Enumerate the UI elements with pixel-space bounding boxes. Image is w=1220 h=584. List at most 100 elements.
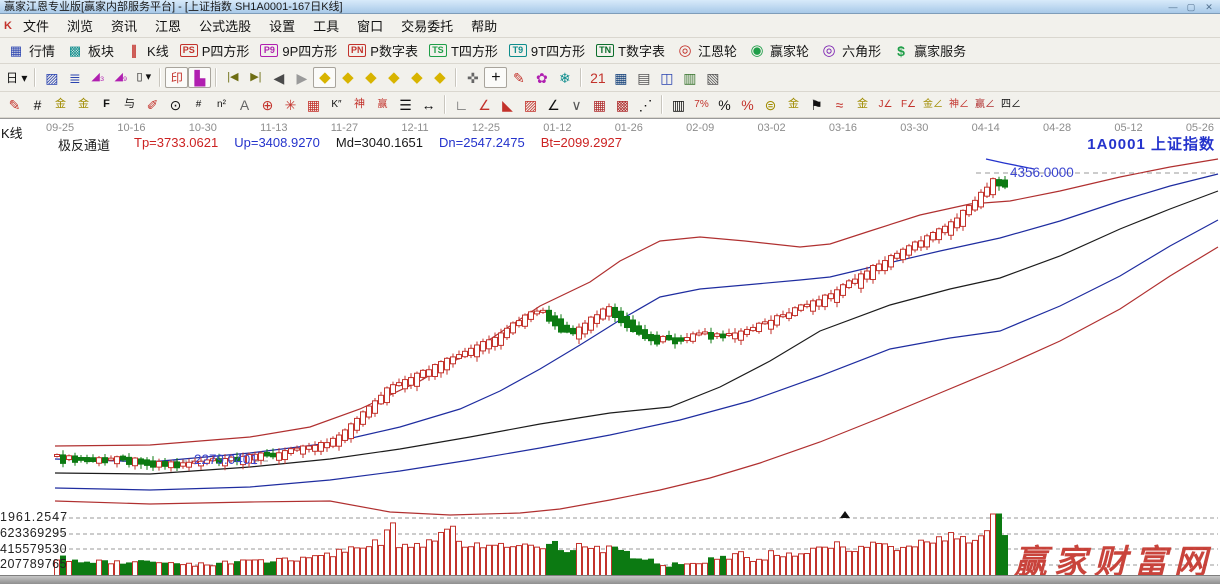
scale-chart[interactable]: ▥ [667,94,690,115]
separator[interactable] [34,68,36,87]
draw-erase-tool[interactable]: ✎ [507,67,530,88]
spider-web[interactable]: ✳ [279,94,302,115]
goto-last[interactable]: ▶| [244,67,267,88]
percent[interactable]: % [713,94,736,115]
close-button[interactable]: ✕ [1202,0,1216,14]
bars-3-view[interactable]: ◢₃ [86,67,109,88]
bars-9-view[interactable]: ◢₉ [109,67,132,88]
toolbar-kline[interactable]: ∥ K线 [121,39,176,62]
zoom-in-chart[interactable]: ◆ [428,67,451,88]
ruler-123[interactable]: ☰ [394,94,417,115]
minimize-button[interactable]: — [1166,0,1180,14]
separator[interactable] [444,95,446,114]
toolbar-sectors[interactable]: ▩ 板块 [62,39,121,62]
a-angle[interactable]: A [233,94,256,115]
red-pencil[interactable]: ✐ [141,94,164,115]
n-squared-ruler[interactable]: n² [210,94,233,115]
separator[interactable] [159,68,161,87]
hand-tool[interactable]: ✜ [461,67,484,88]
compass-circle[interactable]: ⊙ [164,94,187,115]
page-next[interactable]: ▶ [290,67,313,88]
gold-ruler-2[interactable]: 金 [72,94,95,115]
crosshair-tool[interactable]: + [484,67,507,88]
toolbar-t-table[interactable]: TN T数字表 [592,39,672,62]
f-ruler[interactable]: F [95,94,118,115]
toolbar-hexagon[interactable]: ◎ 六角形 [816,39,888,62]
calendar[interactable]: 21 [586,67,609,88]
shen-grid[interactable]: 神 [348,94,371,115]
toolbar-winner-wheel[interactable]: ◉ 赢家轮 [744,39,816,62]
toolbar-gann-wheel[interactable]: ◎ 江恩轮 [672,39,744,62]
window-view[interactable]: ▨ [40,67,63,88]
period-selector[interactable]: 日 ▾ [3,67,30,88]
ying-grid[interactable]: 赢 [371,94,394,115]
gold-lines[interactable]: 金 [782,94,805,115]
knife-tool[interactable]: ✎ [3,94,26,115]
axes-box[interactable]: ∟ [450,94,473,115]
save[interactable]: ◫ [655,67,678,88]
menu-item[interactable]: 公式选股 [190,13,260,38]
wave-red[interactable]: ≈ [828,94,851,115]
grid-tool-2[interactable]: ▩ [611,94,634,115]
menu-item[interactable]: 江恩 [146,13,190,38]
red-grid[interactable]: ▦ [302,94,325,115]
separator[interactable] [580,68,582,87]
menu-item[interactable]: 文件 [14,13,58,38]
grid-tool-1[interactable]: ▦ [588,94,611,115]
zoom-out-chart[interactable]: ◆ [405,67,428,88]
toolbar-9t-square[interactable]: T9 9T四方形 [505,39,592,62]
percent-lines[interactable]: % [736,94,759,115]
gold-lines-2[interactable]: 金 [851,94,874,115]
pan-right[interactable]: ◆ [336,67,359,88]
toolbar-9p-square[interactable]: P9 9P四方形 [256,39,344,62]
menu-item[interactable]: 工具 [304,13,348,38]
candle-type[interactable]: ▯ ▾ [132,67,155,88]
toolbar-p-square[interactable]: PS P四方形 [176,39,257,62]
page-prev[interactable]: ◀ [267,67,290,88]
flag-tool[interactable]: ⚑ [805,94,828,115]
menu-item[interactable]: 帮助 [462,13,506,38]
toolbar-quotes[interactable]: ▦ 行情 [3,39,62,62]
volume-profile-view[interactable]: ▙ [188,67,211,88]
bow-tool[interactable]: 与 [118,94,141,115]
gann-fan-box[interactable]: ◣ [496,94,519,115]
goto-first[interactable]: |◀ [221,67,244,88]
snow-tool[interactable]: ❄ [553,67,576,88]
angle-f[interactable]: F∠ [897,94,920,115]
toolbar-t-square[interactable]: TS T四方形 [425,39,505,62]
menu-item[interactable]: 设置 [260,13,304,38]
parallel-lines[interactable]: ⋰ [634,94,657,115]
pan-left[interactable]: ◆ [313,67,336,88]
angle-gold[interactable]: 金∠ [920,94,946,115]
menu-item[interactable]: 资讯 [102,13,146,38]
compress-horizontal[interactable]: ◆ [382,67,405,88]
separator[interactable] [455,68,457,87]
target-circle[interactable]: ⊕ [256,94,279,115]
gann-fan-red[interactable]: ∠ [473,94,496,115]
horizontal-scrollbar[interactable] [0,575,1220,584]
angle-shen[interactable]: 神∠ [946,94,972,115]
toolbar-p-table[interactable]: PN P数字表 [344,39,425,62]
separator[interactable] [215,68,217,87]
gold-circle[interactable]: ⊜ [759,94,782,115]
hash-small[interactable]: # [187,94,210,115]
width-arrow[interactable]: ↔ [417,94,440,115]
separator[interactable] [661,95,663,114]
check-lines[interactable]: ∨ [565,94,588,115]
kline-chart-canvas[interactable] [0,119,1220,584]
menu-item[interactable]: 浏览 [58,13,102,38]
toolbar-winner-service[interactable]: $ 赢家服务 [888,39,973,62]
percent-7[interactable]: 7% [690,94,713,115]
gold-ruler-1[interactable]: 金 [49,94,72,115]
maximize-button[interactable]: ▢ [1184,0,1198,14]
angle-ying[interactable]: 赢∠ [972,94,998,115]
send-to-web[interactable]: ▥ [678,67,701,88]
workstation[interactable]: ▧ [701,67,724,88]
seal-tool[interactable]: 印 [165,67,188,88]
hash-ruler[interactable]: # [26,94,49,115]
menu-item[interactable]: 交易委托 [392,13,462,38]
box-lines[interactable]: ▨ [519,94,542,115]
gann-fan-black[interactable]: ∠ [542,94,565,115]
flower-tool[interactable]: ✿ [530,67,553,88]
k-mark[interactable]: K″ [325,94,348,115]
